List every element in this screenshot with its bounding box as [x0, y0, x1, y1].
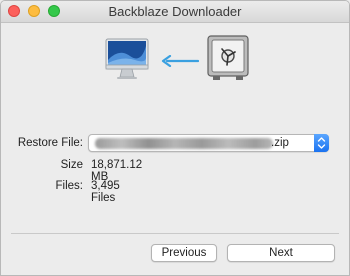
footer-separator	[11, 233, 339, 234]
files-value: 3,495 Files	[91, 180, 120, 204]
restore-file-extension: .zip	[271, 137, 289, 149]
restore-file-select[interactable]: .zip	[88, 134, 329, 152]
next-button[interactable]: Next	[227, 244, 335, 262]
select-stepper[interactable]	[314, 134, 329, 152]
files-label: Files:	[55, 180, 83, 192]
chevron-up-down-icon	[317, 137, 326, 149]
redacted-filename	[95, 138, 273, 149]
previous-button[interactable]: Previous	[151, 244, 217, 262]
restore-illustration	[1, 35, 349, 91]
size-label: Size	[60, 159, 83, 171]
app-window: Backblaze Downloader Restore File: .zip …	[0, 0, 350, 276]
safe-icon	[207, 35, 249, 80]
imac-icon	[105, 38, 149, 79]
arrow-left-icon	[161, 55, 199, 67]
window-title: Backblaze Downloader	[108, 4, 242, 19]
restore-file-label: Restore File:	[17, 137, 83, 149]
title-bar: Backblaze Downloader	[1, 1, 349, 23]
